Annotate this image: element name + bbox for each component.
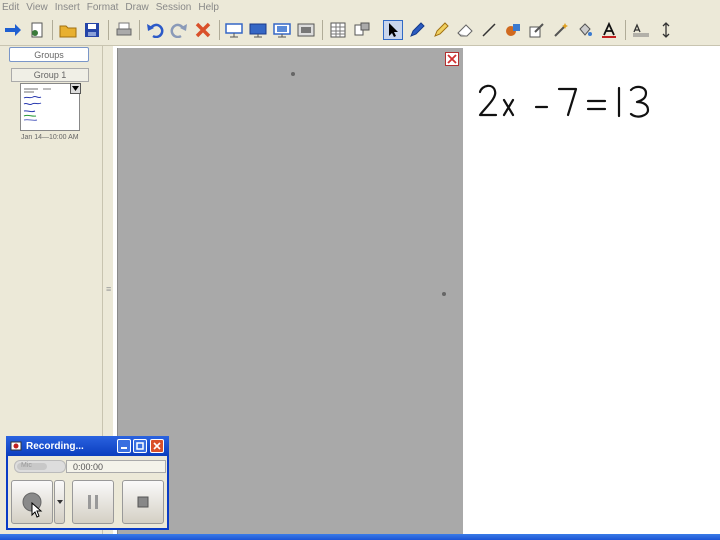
recording-title: Recording... bbox=[26, 440, 84, 452]
eraser-icon[interactable] bbox=[455, 20, 475, 40]
minimize-button[interactable] bbox=[117, 439, 131, 453]
table-icon[interactable] bbox=[328, 20, 348, 40]
pen-icon[interactable] bbox=[407, 20, 427, 40]
screen-icon[interactable] bbox=[224, 20, 244, 40]
mic-label: Mic bbox=[21, 462, 32, 469]
fill-icon[interactable] bbox=[503, 20, 523, 40]
menu-insert[interactable]: Insert bbox=[53, 2, 85, 13]
close-icon bbox=[153, 442, 161, 450]
monitor-share-icon[interactable] bbox=[272, 20, 292, 40]
minimize-icon bbox=[121, 447, 127, 449]
monitor-icon[interactable] bbox=[248, 20, 268, 40]
menu-session[interactable]: Session bbox=[154, 2, 197, 13]
group-tab[interactable]: Group 1 bbox=[11, 68, 89, 82]
recording-timer: 0:00:00 bbox=[66, 460, 166, 473]
menu-bar: Edit View Insert Format Draw Session Hel… bbox=[0, 0, 720, 15]
image-icon[interactable] bbox=[296, 20, 316, 40]
paint-bucket-icon[interactable] bbox=[575, 20, 595, 40]
menu-help[interactable]: Help bbox=[196, 2, 224, 13]
chevron-down-icon bbox=[56, 500, 63, 504]
maximize-icon bbox=[136, 442, 144, 450]
recording-dialog: Recording... Mic 0:00:00 bbox=[6, 436, 169, 530]
print-icon[interactable] bbox=[114, 20, 134, 40]
splitter-grip-icon: ≡ bbox=[106, 284, 112, 294]
text-format-icon[interactable] bbox=[631, 20, 651, 40]
highlighter-icon[interactable] bbox=[431, 20, 451, 40]
menu-view[interactable]: View bbox=[24, 2, 53, 13]
stop-icon bbox=[137, 496, 149, 508]
chevron-down-icon bbox=[72, 86, 79, 91]
taskbar bbox=[0, 534, 720, 540]
menu-format[interactable]: Format bbox=[85, 2, 124, 13]
text-icon[interactable] bbox=[599, 20, 619, 40]
panel-dot bbox=[442, 292, 446, 296]
pause-button[interactable] bbox=[72, 480, 114, 524]
brush-icon[interactable] bbox=[527, 20, 547, 40]
panel-close-button[interactable] bbox=[445, 52, 459, 66]
undo-icon[interactable] bbox=[145, 20, 165, 40]
line-icon[interactable] bbox=[479, 20, 499, 40]
toolbar bbox=[0, 15, 720, 46]
panel-dot bbox=[291, 72, 295, 76]
groups-button[interactable]: Groups bbox=[9, 47, 89, 62]
folder-icon[interactable] bbox=[58, 20, 78, 40]
open-file-icon[interactable] bbox=[27, 20, 47, 40]
thumbnail-dropdown-button[interactable] bbox=[70, 83, 81, 94]
stop-button[interactable] bbox=[122, 480, 164, 524]
save-icon[interactable] bbox=[82, 20, 102, 40]
close-button[interactable] bbox=[150, 439, 164, 453]
select-arrow-icon[interactable] bbox=[383, 20, 403, 40]
handwritten-equation bbox=[478, 84, 650, 118]
mic-level-meter: Mic bbox=[14, 460, 66, 473]
recorder-icon bbox=[10, 441, 22, 451]
resize-vertical-icon[interactable] bbox=[656, 20, 676, 40]
recording-titlebar[interactable]: Recording... bbox=[6, 436, 169, 456]
thumbnail-timestamp: Jan 14—10:00 AM bbox=[21, 134, 79, 141]
forward-arrow-icon[interactable] bbox=[3, 20, 23, 40]
pause-icon bbox=[88, 495, 98, 509]
mouse-cursor-icon bbox=[31, 502, 43, 518]
menu-edit[interactable]: Edit bbox=[0, 2, 24, 13]
delete-icon[interactable] bbox=[193, 20, 213, 40]
record-options-dropdown[interactable] bbox=[54, 480, 65, 524]
redo-icon[interactable] bbox=[169, 20, 189, 40]
menu-draw[interactable]: Draw bbox=[123, 2, 153, 13]
magic-wand-icon[interactable] bbox=[551, 20, 571, 40]
page-thumbnail[interactable] bbox=[20, 83, 81, 131]
shapes-icon[interactable] bbox=[352, 20, 372, 40]
maximize-button[interactable] bbox=[133, 439, 147, 453]
close-icon bbox=[447, 54, 457, 64]
